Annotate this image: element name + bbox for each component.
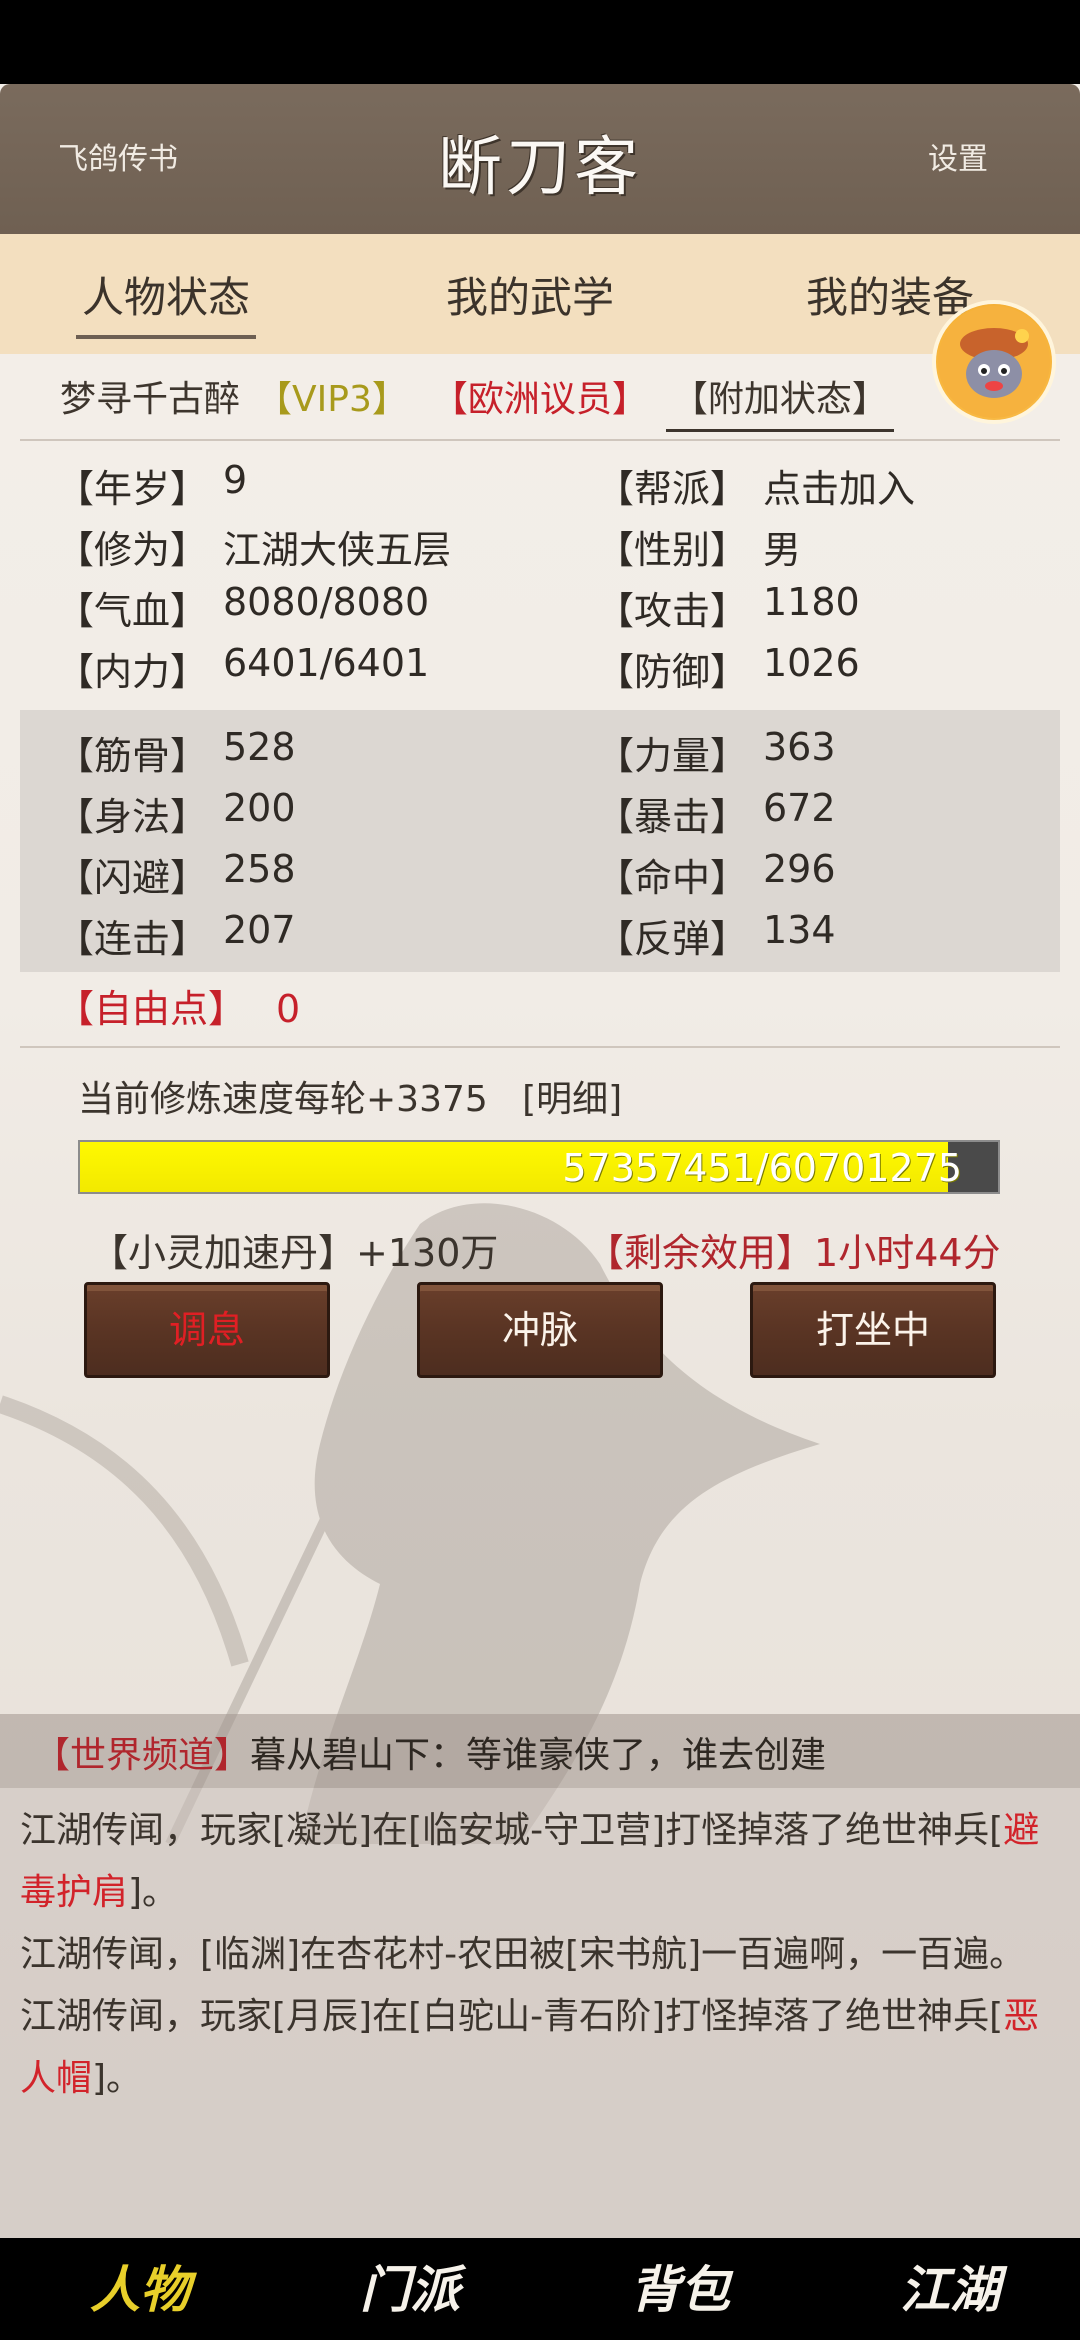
attribute-stats: 【筋骨】 528 【力量】 363 【身法】 200 【暴击】 672 【闪避】… [20, 710, 1060, 972]
nav-label: 江湖 [900, 2260, 1000, 2319]
stat-label-gender: 【性别】 [596, 528, 749, 572]
world-channel[interactable]: 【世界频道】暮从碧山下：等谁豪侠了，谁去创建 [0, 1714, 1080, 1788]
stat-value-hp: 8080/8080 [223, 580, 430, 624]
stat-row: 【身法】 200 【暴击】 672 [20, 780, 1060, 841]
news-text-end: ]。 [128, 1872, 179, 1913]
stat-row: 【年岁】 9 【帮派】 点击加入 [20, 452, 1060, 513]
stat-label-constitution: 【筋骨】 [56, 734, 209, 778]
stat-value-inner-power: 6401/6401 [223, 641, 430, 685]
nav-backpack[interactable]: 背包 [600, 2240, 760, 2336]
stat-row: 【筋骨】 528 【力量】 363 [20, 719, 1060, 780]
stat-value-gender: 男 [763, 528, 802, 572]
stat-label-inner-power: 【内力】 [56, 650, 209, 694]
nav-sect[interactable]: 门派 [330, 2240, 490, 2336]
news-text: 江湖传闻，玩家[月辰]在[白驼山-青石阶]打怪掉落了绝世神兵[ [20, 1996, 1004, 2037]
cultivation-progress-bar: 57357451/60701275 [78, 1140, 1000, 1194]
progress-text: 57357451/60701275 [562, 1146, 962, 1190]
page-title: 断刀客 [438, 131, 642, 205]
stat-value-age: 9 [223, 458, 248, 502]
rank-badge[interactable]: 【欧洲议员】 [432, 370, 648, 422]
nav-character[interactable]: 人物 [60, 2240, 220, 2336]
stat-label-cultivation: 【修为】 [56, 528, 209, 572]
pill-name: 【小灵加速丹】 [90, 1231, 357, 1275]
news-text-end: ]。 [92, 2058, 143, 2099]
player-name: 梦寻千古醉 [60, 379, 241, 420]
tab-my-equipment[interactable]: 我的装备 [806, 264, 974, 325]
stat-label-age: 【年岁】 [56, 467, 209, 511]
stat-label-accuracy: 【命中】 [596, 856, 749, 900]
player-name-row: 梦寻千古醉 【VIP3】 【欧洲议员】 【附加状态】 [60, 366, 894, 432]
settings-link[interactable]: 设置 [928, 134, 988, 178]
stat-label-attack: 【攻击】 [596, 589, 749, 633]
extra-status-link[interactable]: 【附加状态】 [665, 370, 894, 432]
nav-label: 背包 [630, 2260, 730, 2319]
world-channel-message: 暮从碧山下：等谁豪侠了，谁去创建 [250, 1735, 827, 1776]
regulate-breath-button[interactable]: 调息 [84, 1282, 330, 1378]
tab-character-status[interactable]: 人物状态 [75, 264, 257, 339]
news-item: 江湖传闻，[临渊]在杏花村-农田被[宋书航]一百遍啊，一百遍。 [20, 1924, 1060, 1986]
news-text: 江湖传闻，玩家[凝光]在[临安城-守卫营]打怪掉落了绝世神兵[ [20, 1810, 1004, 1851]
stat-row: 【连击】 207 【反弹】 134 [20, 902, 1060, 963]
stat-label-agility: 【身法】 [56, 795, 209, 839]
effect-label: 【剩余效用】 [586, 1231, 815, 1275]
pill-info: 【小灵加速丹】+130万 [90, 1222, 498, 1277]
tab-bar: 人物状态 我的武学 我的装备 [0, 234, 1080, 354]
free-points-value: 0 [276, 987, 301, 1031]
world-channel-label: 【世界频道】 [34, 1735, 251, 1776]
news-item: 江湖传闻，玩家[月辰]在[白驼山-青石阶]打怪掉落了绝世神兵[恶人帽]。 [20, 1986, 1060, 2110]
stat-value-constitution: 528 [223, 725, 296, 769]
meditating-button[interactable]: 打坐中 [750, 1282, 996, 1378]
stat-row: 【闪避】 258 【命中】 296 [20, 841, 1060, 902]
stat-value-critical: 672 [763, 786, 836, 830]
nav-label: 门派 [360, 2260, 460, 2319]
stat-label-combo: 【连击】 [56, 917, 209, 961]
divider [20, 1046, 1060, 1048]
stat-value-strength: 363 [763, 725, 836, 769]
free-points[interactable]: 【自由点】 0 [56, 978, 300, 1033]
stat-row: 【修为】 江湖大侠五层 【性别】 男 [20, 513, 1060, 574]
top-header: 飞鸽传书 断刀客 设置 [0, 84, 1080, 234]
vip-badge[interactable]: 【VIP3】 [256, 370, 408, 422]
mascot-avatar-icon[interactable] [936, 304, 1052, 420]
effect-remaining: 【剩余效用】1小时44分 [586, 1222, 1001, 1277]
join-guild-link[interactable]: 点击加入 [763, 458, 915, 513]
tab-my-martial-arts[interactable]: 我的武学 [446, 264, 614, 325]
status-bar [0, 0, 1080, 84]
stat-value-attack: 1180 [763, 580, 860, 624]
stat-value-dodge: 258 [223, 847, 296, 891]
stat-value-defense: 1026 [763, 641, 860, 685]
stat-label-strength: 【力量】 [596, 734, 749, 778]
stat-value-combo: 207 [223, 908, 296, 952]
stat-label-dodge: 【闪避】 [56, 856, 209, 900]
free-points-label: 【自由点】 [56, 987, 247, 1031]
stat-label-critical: 【暴击】 [596, 795, 749, 839]
news-item: 江湖传闻，玩家[凝光]在[临安城-守卫营]打怪掉落了绝世神兵[避毒护肩]。 [20, 1800, 1060, 1924]
stat-label-hp: 【气血】 [56, 589, 209, 633]
stat-value-cultivation: 江湖大侠五层 [223, 528, 452, 572]
bottom-nav: 人物 门派 背包 江湖 [0, 2238, 1080, 2340]
cultivation-detail-link[interactable]: [明细] [522, 1079, 622, 1120]
effect-value: 1小时44分 [814, 1231, 1001, 1275]
app-screen: 飞鸽传书 断刀客 设置 人物状态 我的武学 我的装备 梦寻千古醉 【VIP3】 … [0, 84, 1080, 2340]
news-text: 江湖传闻，[临渊]在杏花村-农田被[宋书航]一百遍啊，一百遍。 [20, 1934, 1026, 1975]
stat-value-reflect: 134 [763, 908, 836, 952]
nav-label: 人物 [90, 2260, 190, 2319]
stat-row: 【气血】 8080/8080 【攻击】 1180 [20, 574, 1060, 635]
cultivation-speed-text: 当前修炼速度每轮+3375 [78, 1079, 488, 1120]
nav-jianghu[interactable]: 江湖 [870, 2240, 1030, 2336]
stat-value-agility: 200 [223, 786, 296, 830]
stat-label-reflect: 【反弹】 [596, 917, 749, 961]
stat-label-guild: 【帮派】 [596, 467, 749, 511]
cultivation-speed: 当前修炼速度每轮+3375 [明细] [78, 1070, 622, 1122]
stat-label-defense: 【防御】 [596, 650, 749, 694]
divider [20, 439, 1060, 441]
basic-stats: 【年岁】 9 【帮派】 点击加入 【修为】 江湖大侠五层 【性别】 男 【气血】… [20, 452, 1060, 696]
stat-value-accuracy: 296 [763, 847, 836, 891]
meridian-surge-button[interactable]: 冲脉 [417, 1282, 663, 1378]
pill-value: +130万 [356, 1231, 499, 1275]
stat-row: 【内力】 6401/6401 【防御】 1026 [20, 635, 1060, 696]
